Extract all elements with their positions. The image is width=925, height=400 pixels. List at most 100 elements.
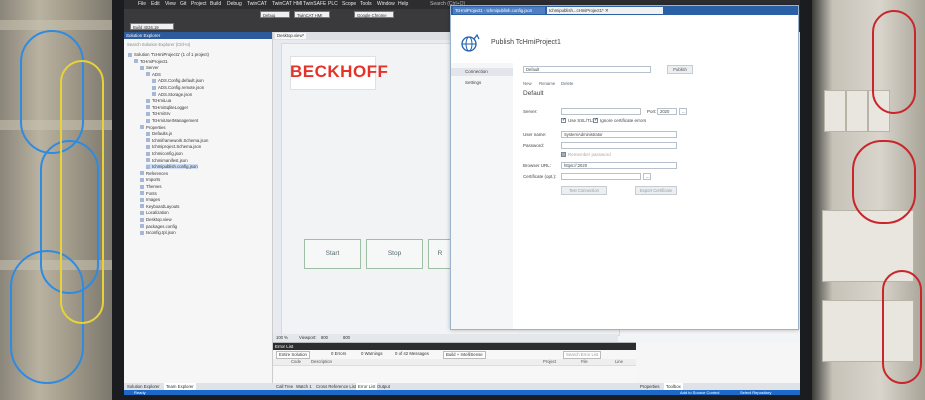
tree-item[interactable]: Solution 'TcHmiProject1' (1 of 1 project… (128, 52, 209, 57)
tree-item[interactable]: ADS.Config.default.json (152, 78, 204, 83)
tree-item[interactable]: References (140, 171, 168, 176)
menu-plc[interactable]: PLC (328, 1, 338, 7)
tab-toolbox[interactable]: Toolbox (664, 383, 683, 390)
start-button[interactable]: Start (304, 239, 361, 269)
tree-item[interactable]: Desktop.view (140, 217, 172, 222)
tree-item[interactable]: ADS.Config.remote.json (152, 85, 204, 90)
add-to-source-control[interactable]: Add to Source Control (680, 390, 719, 395)
tree-item[interactable]: ADS (146, 72, 161, 77)
menu-twincat-hmi[interactable]: TwinCAT HMI (272, 1, 302, 7)
tree-item[interactable]: Images (140, 197, 160, 202)
config-combo[interactable]: Debug (260, 11, 290, 18)
menu-build[interactable]: Build (210, 1, 221, 7)
menu-help[interactable]: Help (398, 1, 408, 7)
menu-file[interactable]: File (138, 1, 146, 7)
new-profile-link[interactable]: New (523, 81, 532, 86)
menu-window[interactable]: Window (377, 1, 395, 7)
tab-publish-config[interactable]: TcHmiProject1 - tchmipublish.config.json (453, 7, 545, 14)
remember-password-checkbox[interactable] (561, 152, 566, 157)
server-input[interactable] (561, 108, 641, 115)
col-code[interactable]: Code (291, 359, 301, 365)
tree-item[interactable]: Server (140, 65, 159, 70)
select-repository[interactable]: Select Repository (740, 390, 771, 395)
col-line[interactable]: Line (615, 359, 623, 365)
tree-item[interactable]: TcHmiProject1 (134, 59, 168, 64)
menu-debug[interactable]: Debug (227, 1, 242, 7)
reset-button-partial[interactable]: R (428, 239, 452, 269)
port-browse-button[interactable]: ... (679, 108, 687, 115)
tree-item[interactable]: Properties (140, 125, 166, 130)
tab-watch-1[interactable]: Watch 1 (296, 383, 312, 390)
viewport-height[interactable]: 800 (343, 334, 350, 342)
col-project[interactable]: Project (543, 359, 556, 365)
menu-edit[interactable]: Edit (151, 1, 160, 7)
tree-item[interactable]: Defaults.js (146, 131, 172, 136)
nav-connection[interactable]: Connection (451, 68, 513, 76)
rename-profile-link[interactable]: Rename (539, 81, 555, 86)
menu-tools[interactable]: Tools (360, 1, 372, 7)
tab-team-explorer[interactable]: Team Explorer (164, 383, 196, 390)
col-description[interactable]: Description (311, 359, 332, 365)
port-input[interactable]: 2020 (657, 108, 677, 115)
delete-profile-link[interactable]: Delete (561, 81, 573, 86)
error-search[interactable]: Search Error List (563, 351, 602, 359)
tree-item[interactable]: tchmipublish.config.json (146, 164, 198, 170)
tab-properties[interactable]: Properties (640, 383, 660, 390)
col-file[interactable]: File (581, 359, 588, 365)
viewport-width[interactable]: 800 (321, 334, 328, 342)
build-combo[interactable]: Build 4026.19 (Default) (130, 23, 174, 37)
stop-button[interactable]: Stop (366, 239, 423, 269)
nav-settings[interactable]: Settings (451, 79, 513, 87)
solution-search[interactable]: Search Solution Explorer (Ctrl+ü) (127, 42, 190, 47)
messages-filter[interactable]: 0 of 42 Messages (395, 350, 429, 358)
tab-call-tree[interactable]: Call Tree (276, 383, 293, 390)
tab-output[interactable]: Output (377, 383, 390, 390)
tree-item[interactable]: tchmimanifest.json (146, 158, 188, 163)
tree-item[interactable]: TcHmiUserManagement (146, 118, 198, 123)
scope-combo[interactable]: Entire Solution (276, 351, 310, 359)
tree-item[interactable]: KeyboardLayouts (140, 204, 179, 209)
port-label: Port: (647, 109, 657, 114)
publish-button[interactable]: Publish (667, 65, 693, 74)
tree-item[interactable]: TcHmiLua (146, 98, 171, 103)
menu-twinsafe[interactable]: TwinSAFE (303, 1, 326, 7)
password-input[interactable] (561, 142, 677, 149)
tree-item[interactable]: tsconfig.tpl.json (140, 230, 176, 235)
menu-git[interactable]: Git (180, 1, 186, 7)
tab-cross-reference[interactable]: Cross Reference List (316, 383, 356, 390)
tree-item[interactable]: Fonts (140, 191, 157, 196)
zoom-level[interactable]: 100 % (276, 334, 288, 342)
tree-item[interactable]: tchmiframework.Schema.json (146, 138, 208, 143)
warnings-filter[interactable]: 0 Warnings (361, 350, 383, 358)
errors-filter[interactable]: 0 Errors (331, 350, 346, 358)
profile-select[interactable]: Default (523, 66, 651, 73)
menu-project[interactable]: Project (191, 1, 207, 7)
menu-view[interactable]: View (165, 1, 176, 7)
user-input[interactable]: SystemAdministrator (561, 131, 677, 138)
tree-item[interactable]: Localization (140, 210, 169, 215)
tree-item[interactable]: tchmiconfig.json (146, 151, 183, 156)
tree-item[interactable]: Imports (140, 177, 160, 182)
tab-solution-explorer[interactable]: Solution Explorer (127, 383, 160, 390)
tree-item[interactable]: TcHmiSrv (146, 111, 170, 116)
tree-item[interactable]: Themes (140, 184, 162, 189)
tab-publish-active[interactable]: tchmipublish...cHmiProject1* ✕ (547, 7, 663, 14)
tree-item[interactable]: packages.config (140, 224, 177, 229)
ignore-cert-checkbox[interactable] (593, 117, 598, 123)
tab-error-list[interactable]: Error List (356, 383, 378, 390)
browser-combo[interactable]: Google Chrome (354, 11, 394, 18)
ssl-checkbox[interactable] (561, 117, 566, 123)
test-connection-button[interactable]: Test Connection (561, 186, 607, 195)
browser-url-input[interactable]: https://:2020 (561, 162, 677, 169)
certificate-browse-button[interactable]: ... (643, 173, 651, 180)
menu-twincat[interactable]: TwinCAT (247, 1, 267, 7)
tree-item[interactable]: ADS.Storage.json (152, 92, 192, 97)
export-certificate-button[interactable]: Export Certificate (635, 186, 677, 195)
menu-scope[interactable]: Scope (342, 1, 356, 7)
tab-desktop-view[interactable]: Desktop.view* (275, 33, 307, 39)
certificate-select[interactable] (561, 173, 641, 180)
tree-item[interactable]: tchmiproject.Schema.json (146, 144, 201, 149)
platform-combo[interactable]: TwinCAT HMI (294, 11, 330, 18)
tree-item[interactable]: TcHmiSqliteLogger (146, 105, 188, 110)
build-filter-combo[interactable]: Build + IntelliSense (443, 351, 486, 359)
